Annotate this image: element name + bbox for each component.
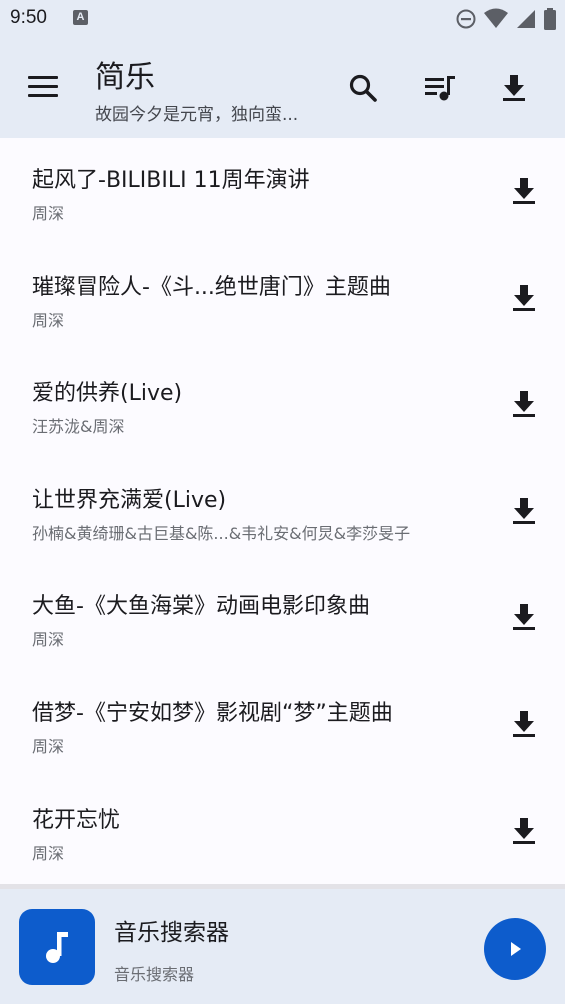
song-download-button[interactable] (505, 279, 543, 317)
download-icon (513, 817, 535, 844)
cellular-signal-icon (517, 10, 535, 28)
app-subtitle: 故园今夕是元宵，独向蛮... (95, 105, 299, 125)
download-icon (513, 391, 535, 418)
song-download-button[interactable] (505, 385, 543, 423)
play-button[interactable] (484, 918, 546, 980)
battery-icon (544, 8, 556, 30)
queue-music-button[interactable] (418, 66, 462, 110)
song-title: 大鱼-《大鱼海棠》动画电影印象曲 (32, 594, 370, 620)
song-download-button[interactable] (505, 812, 543, 850)
song-item[interactable]: 花开忘忧 周深 (0, 778, 565, 884)
song-download-button[interactable] (505, 492, 543, 530)
song-artist: 周深 (32, 310, 65, 330)
notification-a-icon: A (73, 10, 88, 25)
download-icon (513, 497, 535, 524)
song-item[interactable]: 璀璨冒险人-《斗...绝世唐门》主题曲 周深 (0, 245, 565, 352)
status-bar: 9:50 A (0, 0, 565, 38)
download-all-button[interactable] (492, 66, 536, 110)
song-title: 爱的供养(Live) (32, 381, 183, 407)
song-item[interactable]: 借梦-《宁安如梦》影视剧“梦”主题曲 周深 (0, 671, 565, 778)
status-icons (455, 7, 557, 31)
player-title: 音乐搜索器 (114, 920, 229, 946)
song-title: 让世界充满爱(Live) (32, 487, 227, 513)
do-not-disturb-icon (456, 9, 476, 29)
music-note-icon (46, 932, 68, 963)
download-icon (503, 75, 525, 101)
song-title: 起风了-BILIBILI 11周年演讲 (32, 168, 310, 193)
song-artist: 周深 (32, 843, 65, 863)
song-artist: 汪苏泷&周深 (32, 417, 125, 437)
player-subtitle: 音乐搜索器 (114, 965, 195, 984)
search-button[interactable] (341, 66, 385, 110)
mini-player[interactable]: 音乐搜索器 音乐搜索器 (0, 889, 565, 1004)
download-icon (513, 604, 535, 631)
song-artist: 周深 (32, 204, 65, 223)
song-artist: 周深 (32, 736, 65, 756)
album-art (19, 909, 95, 985)
download-icon (513, 178, 535, 204)
song-item[interactable]: 大鱼-《大鱼海棠》动画电影印象曲 周深 (0, 564, 565, 671)
song-list: 起风了-BILIBILI 11周年演讲 周深 璀璨冒险人-《斗...绝世唐门》主… (0, 138, 565, 884)
status-time: 9:50 (10, 7, 47, 28)
song-item[interactable]: 起风了-BILIBILI 11周年演讲 周深 (0, 138, 565, 245)
song-download-button[interactable] (505, 598, 543, 636)
play-icon (511, 942, 521, 956)
app-title: 简乐 (95, 60, 155, 95)
song-title: 璀璨冒险人-《斗...绝世唐门》主题曲 (32, 274, 391, 300)
download-icon (513, 284, 535, 311)
menu-icon[interactable] (24, 70, 62, 104)
song-artist: 周深 (32, 630, 65, 650)
app-bar: 简乐 故园今夕是元宵，独向蛮... (0, 38, 565, 138)
song-item[interactable]: 爱的供养(Live) 汪苏泷&周深 (0, 351, 565, 458)
search-icon (349, 74, 377, 102)
song-artist: 孙楠&黄绮珊&古巨基&陈...&韦礼安&何炅&李莎旻子 (32, 523, 411, 543)
download-icon (513, 710, 535, 737)
song-download-button[interactable] (505, 705, 543, 743)
song-item[interactable]: 让世界充满爱(Live) 孙楠&黄绮珊&古巨基&陈...&韦礼安&何炅&李莎旻子 (0, 458, 565, 565)
queue-music-icon (425, 76, 455, 101)
wifi-icon (484, 8, 508, 28)
song-title: 花开忘忧 (32, 807, 121, 833)
song-download-button[interactable] (505, 172, 543, 210)
song-title: 借梦-《宁安如梦》影视剧“梦”主题曲 (32, 700, 393, 726)
